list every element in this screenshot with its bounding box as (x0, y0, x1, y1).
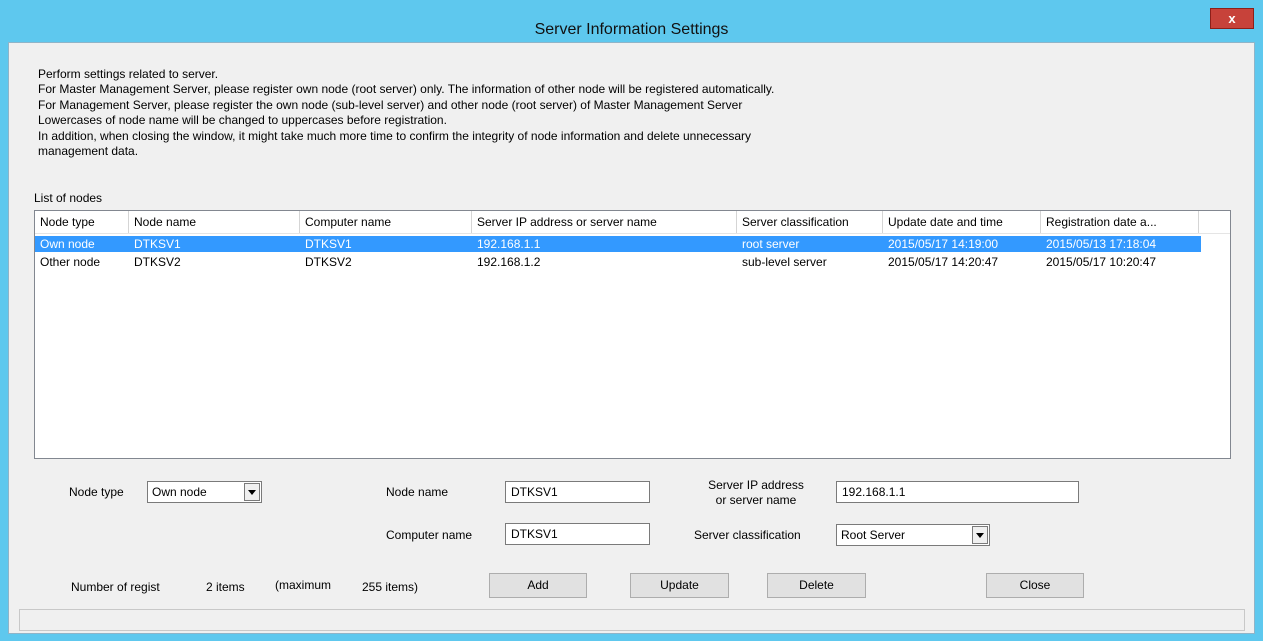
cell-server-classification: root server (742, 237, 800, 251)
close-icon[interactable]: x (1210, 8, 1254, 29)
server-ip-label-line: or server name (715, 493, 797, 507)
cell-server-ip: 192.168.1.1 (477, 237, 541, 251)
column-header-registration-date[interactable]: Registration date a... (1041, 211, 1199, 233)
description-line: For Management Server, please register t… (38, 97, 743, 112)
count-label: Number of regist (71, 580, 160, 594)
cell-update-date: 2015/05/17 14:20:47 (888, 255, 999, 269)
cell-server-ip: 192.168.1.2 (477, 255, 541, 269)
table-row[interactable]: Other node DTKSV2 DTKSV2 192.168.1.2 sub… (35, 254, 1201, 270)
description-line: Lowercases of node name will be changed … (38, 113, 447, 128)
cell-computer-name: DTKSV1 (305, 237, 352, 251)
description-line: management data. (38, 144, 139, 159)
column-header-update-date[interactable]: Update date and time (883, 211, 1041, 233)
delete-button[interactable]: Delete (767, 573, 866, 598)
server-classification-label: Server classification (694, 528, 801, 542)
node-list[interactable]: Node type Node name Computer name Server… (34, 210, 1231, 459)
cell-node-name: DTKSV1 (134, 237, 181, 251)
window-title: Server Information Settings (534, 21, 729, 38)
cell-server-classification: sub-level server (742, 255, 827, 269)
status-bar (19, 609, 1245, 631)
add-button[interactable]: Add (489, 573, 587, 598)
server-classification-select[interactable]: Root Server (836, 524, 990, 546)
node-type-value: Own node (152, 485, 207, 499)
cell-registration-date: 2015/05/13 17:18:04 (1046, 237, 1157, 251)
node-name-label: Node name (386, 485, 449, 499)
cell-computer-name: DTKSV2 (305, 255, 352, 269)
server-ip-label-line: Server IP address (708, 478, 804, 492)
column-header-server-ip[interactable]: Server IP address or server name (472, 211, 737, 233)
max-value: 255 items) (362, 580, 419, 594)
table-row[interactable]: Own node DTKSV1 DTKSV1 192.168.1.1 root … (35, 236, 1201, 252)
cell-node-name: DTKSV2 (134, 255, 181, 269)
column-header-server-classification[interactable]: Server classification (737, 211, 883, 233)
node-name-input[interactable]: DTKSV1 (505, 481, 650, 503)
cell-update-date: 2015/05/17 14:19:00 (888, 237, 999, 251)
list-of-nodes-label: List of nodes (34, 191, 103, 205)
close-button[interactable]: Close (986, 573, 1084, 598)
column-header-node-name[interactable]: Node name (129, 211, 300, 233)
server-ip-input[interactable]: 192.168.1.1 (836, 481, 1079, 503)
chevron-down-icon[interactable] (972, 526, 988, 544)
count-value: 2 items (206, 580, 245, 594)
description: Perform settings related to server. For … (38, 67, 1038, 159)
update-button[interactable]: Update (630, 573, 729, 598)
description-line: In addition, when closing the window, it… (38, 128, 752, 143)
description-line: For Master Management Server, please reg… (38, 82, 775, 97)
column-header-computer-name[interactable]: Computer name (300, 211, 472, 233)
computer-name-input[interactable]: DTKSV1 (505, 523, 650, 545)
cell-node-type: Other node (40, 255, 101, 269)
server-classification-value: Root Server (841, 528, 906, 542)
list-header: Node type Node name Computer name Server… (35, 211, 1230, 234)
description-line: Perform settings related to server. (38, 67, 219, 81)
computer-name-label: Computer name (386, 528, 473, 542)
cell-registration-date: 2015/05/17 10:20:47 (1046, 255, 1157, 269)
cell-node-type: Own node (40, 237, 95, 251)
chevron-down-icon[interactable] (244, 483, 260, 501)
max-label: (maximum (275, 578, 331, 592)
server-ip-label: Server IP address or server name (694, 478, 818, 508)
node-type-select[interactable]: Own node (147, 481, 262, 503)
node-type-label: Node type (69, 485, 124, 499)
column-header-node-type[interactable]: Node type (35, 211, 129, 233)
